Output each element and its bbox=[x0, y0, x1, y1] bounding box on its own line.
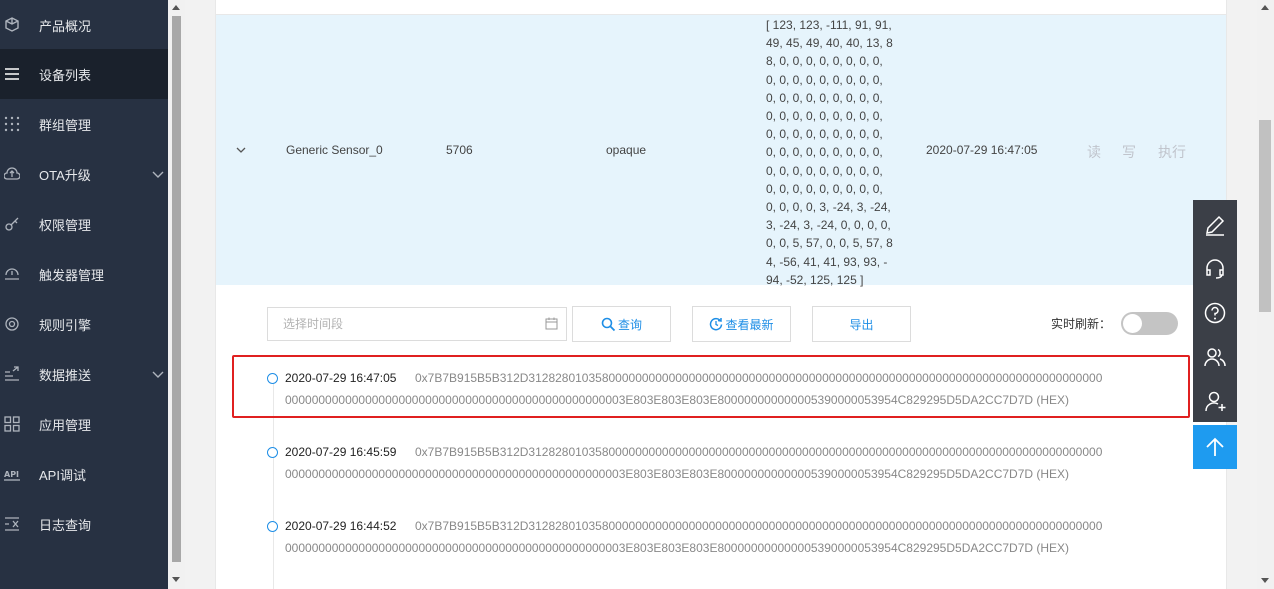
query-label: 查询 bbox=[617, 317, 642, 332]
realtime-refresh-toggle[interactable] bbox=[1121, 312, 1178, 335]
scroll-down-arrow-icon[interactable] bbox=[172, 577, 180, 582]
resource-time: 2020-07-29 16:47:05 bbox=[926, 143, 1038, 157]
back-to-top-button[interactable] bbox=[1193, 425, 1237, 469]
sidebar-item-label: 产品概况 bbox=[39, 18, 92, 34]
help-icon bbox=[1204, 302, 1226, 324]
sidebar-item-label: 应用管理 bbox=[39, 417, 92, 433]
timeline-dot-icon bbox=[267, 521, 278, 532]
sidebar-item-label: 触发器管理 bbox=[39, 267, 105, 283]
trigger-icon bbox=[3, 265, 21, 283]
main-content: Generic Sensor_0 5706 opaque [ 123, 123,… bbox=[215, 0, 1227, 589]
refresh-icon bbox=[710, 317, 723, 331]
key-icon bbox=[3, 215, 21, 233]
scroll-up-arrow-icon[interactable] bbox=[172, 5, 180, 10]
sidebar-item-label: 设备列表 bbox=[39, 67, 92, 83]
help-button[interactable] bbox=[1193, 291, 1237, 335]
sidebar-item-label: 群组管理 bbox=[39, 117, 92, 133]
view-latest-label: 查看最新 bbox=[725, 317, 774, 332]
sidebar-item-group-management[interactable]: 群组管理 bbox=[0, 99, 168, 149]
floating-toolbar bbox=[1193, 200, 1237, 422]
calendar-icon bbox=[545, 317, 558, 330]
date-range-placeholder: 选择时间段 bbox=[283, 317, 344, 331]
write-button[interactable]: 写 bbox=[1122, 142, 1136, 162]
sidebar-item-log-query[interactable]: 日志查询 bbox=[0, 499, 168, 549]
sidebar-item-app-management[interactable]: 应用管理 bbox=[0, 399, 168, 449]
apps-icon bbox=[3, 415, 21, 433]
read-button[interactable]: 读 bbox=[1087, 142, 1101, 162]
log-icon bbox=[3, 515, 21, 533]
realtime-refresh-label: 实时刷新： bbox=[1051, 317, 1112, 331]
resource-name: Generic Sensor_0 bbox=[286, 143, 383, 157]
edit-icon bbox=[1206, 215, 1225, 236]
rule-icon bbox=[3, 315, 21, 333]
log-hex: 0000000000000000000000000000000000000000… bbox=[285, 467, 1070, 481]
users-icon bbox=[1204, 348, 1226, 367]
list-icon bbox=[3, 65, 21, 83]
sidebar-item-trigger-management[interactable]: 触发器管理 bbox=[0, 249, 168, 299]
sidebar-item-permission-management[interactable]: 权限管理 bbox=[0, 199, 168, 249]
add-user-icon bbox=[1205, 391, 1226, 412]
log-hex: 0000000000000000000000000000000000000000… bbox=[285, 541, 1070, 555]
sidebar-item-label: 权限管理 bbox=[39, 217, 92, 233]
arrow-up-icon bbox=[1206, 437, 1224, 456]
cloud-upload-icon bbox=[3, 165, 21, 183]
community-button[interactable] bbox=[1193, 335, 1237, 379]
add-user-button[interactable] bbox=[1193, 379, 1237, 423]
headset-icon bbox=[1206, 259, 1224, 279]
scroll-up-arrow-icon[interactable] bbox=[1261, 5, 1269, 10]
log-entry: 2020-07-29 16:44:52 0x7B7B915B5B312D3128… bbox=[216, 518, 1226, 578]
highlight-box bbox=[232, 355, 1190, 418]
search-icon bbox=[601, 317, 616, 331]
chevron-down-icon[interactable] bbox=[235, 144, 247, 156]
log-hex: 0x7B7B915B5B312D312828010358000000000000… bbox=[415, 519, 1103, 533]
log-time: 2020-07-29 16:45:59 bbox=[285, 445, 397, 459]
scroll-down-arrow-icon[interactable] bbox=[1261, 578, 1269, 583]
grid-dots-icon bbox=[3, 115, 21, 133]
customer-service-button[interactable] bbox=[1193, 247, 1237, 291]
chevron-down-icon[interactable] bbox=[151, 367, 165, 381]
table-row bbox=[216, 0, 1226, 15]
export-button[interactable]: 导出 bbox=[812, 306, 911, 342]
sidebar-item-device-list[interactable]: 设备列表 bbox=[0, 49, 168, 99]
sidebar-item-rule-engine[interactable]: 规则引擎 bbox=[0, 299, 168, 349]
log-time: 2020-07-29 16:44:52 bbox=[285, 519, 397, 533]
export-label: 导出 bbox=[849, 317, 874, 332]
toggle-knob bbox=[1123, 314, 1142, 333]
sidebar-item-api-debug[interactable]: API API调试 bbox=[0, 449, 168, 499]
svg-text:API: API bbox=[4, 470, 19, 479]
sidebar-item-label: 日志查询 bbox=[39, 517, 92, 533]
view-latest-button[interactable]: 查看最新 bbox=[692, 306, 791, 342]
resource-type: opaque bbox=[606, 143, 647, 157]
push-icon bbox=[3, 365, 21, 383]
execute-button[interactable]: 执行 bbox=[1158, 142, 1186, 162]
query-button[interactable]: 查询 bbox=[572, 306, 671, 342]
api-icon: API bbox=[3, 465, 21, 483]
cube-icon bbox=[3, 16, 21, 34]
sidebar: 产品概况 设备列表 群组管理 OTA升级 权限管理 触发器管理 规则引擎 数据推… bbox=[0, 0, 168, 589]
log-hex: 0x7B7B915B5B312D312828010358000000000000… bbox=[415, 445, 1103, 459]
chevron-down-icon[interactable] bbox=[151, 167, 165, 181]
sidebar-item-product-overview[interactable]: 产品概况 bbox=[0, 0, 168, 50]
date-range-input[interactable]: 选择时间段 bbox=[267, 307, 567, 341]
timeline-dot-icon bbox=[267, 447, 278, 458]
edit-button[interactable] bbox=[1193, 203, 1237, 247]
sidebar-item-ota-upgrade[interactable]: OTA升级 bbox=[0, 149, 168, 199]
resource-value: [ 123, 123, -111, 91, 91, 49, 45, 49, 40… bbox=[766, 18, 893, 287]
sidebar-item-label: OTA升级 bbox=[39, 167, 91, 183]
table-row: Generic Sensor_0 5706 opaque [ 123, 123,… bbox=[216, 15, 1226, 287]
resource-id: 5706 bbox=[446, 143, 473, 157]
sidebar-item-label: 规则引擎 bbox=[39, 317, 92, 333]
page-scrollbar-thumb[interactable] bbox=[1259, 120, 1271, 312]
sidebar-item-label: API调试 bbox=[39, 467, 86, 483]
sidebar-item-label: 数据推送 bbox=[39, 367, 92, 383]
sidebar-scrollbar-thumb[interactable] bbox=[172, 16, 181, 562]
log-entry: 2020-07-29 16:45:59 0x7B7B915B5B312D3128… bbox=[216, 444, 1226, 504]
sidebar-item-data-push[interactable]: 数据推送 bbox=[0, 349, 168, 399]
